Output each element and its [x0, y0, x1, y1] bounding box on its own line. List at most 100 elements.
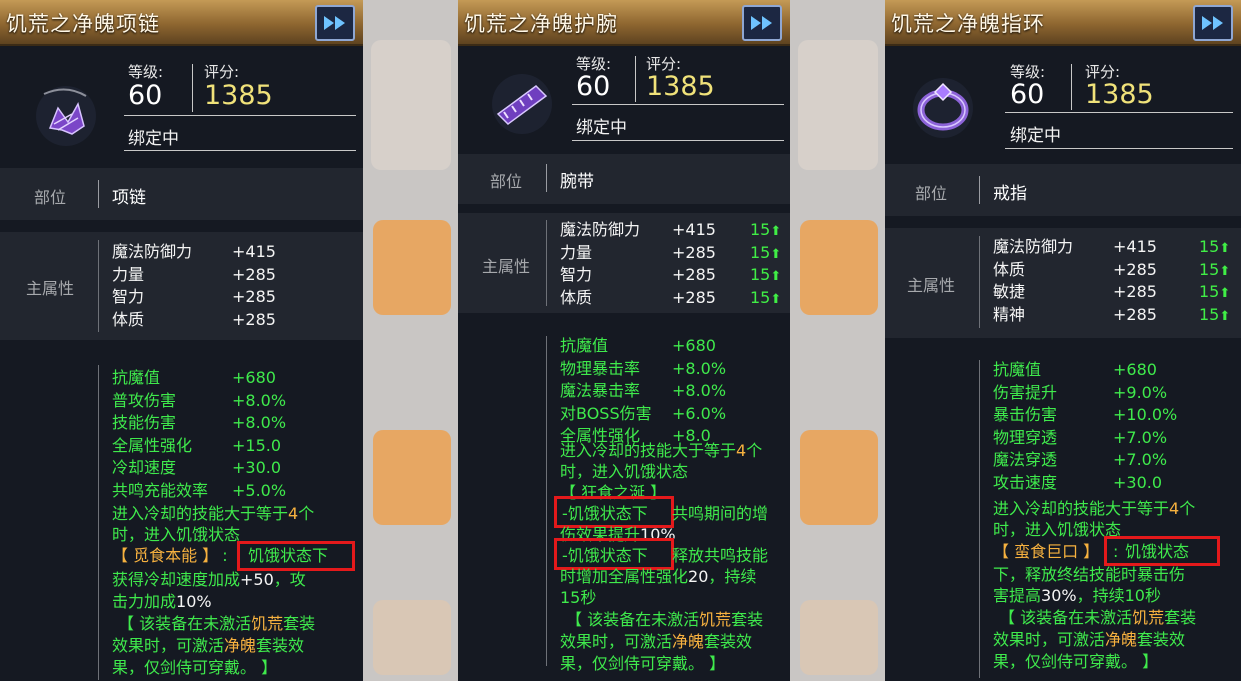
- effect-line: 释放共鸣技能: [672, 546, 769, 565]
- arrow-up-icon: ⬆: [770, 246, 782, 262]
- attr-name: 普攻伤害: [112, 390, 177, 410]
- expand-button[interactable]: [315, 5, 355, 41]
- attr-name: 技能伤害: [112, 413, 177, 432]
- arrow-up-icon: ⬆: [1219, 308, 1231, 324]
- extra-attr-row: 全属性强化 +15.0: [112, 435, 342, 457]
- attr-value: +285: [1113, 259, 1157, 279]
- attr-value: +30.0: [1113, 472, 1163, 492]
- extra-attr-row: 暴击伤害 +10.0%: [993, 404, 1223, 426]
- divider: [124, 150, 356, 151]
- item-title: 饥荒之净魄指环: [891, 12, 1045, 36]
- divider: [124, 115, 356, 116]
- attr-name: 力量: [560, 242, 593, 262]
- attr-value: +8.0%: [672, 358, 727, 378]
- attr-value: +5.0%: [232, 480, 287, 500]
- attr-value: +7.0%: [1113, 450, 1168, 469]
- background-strip-right: [790, 0, 885, 681]
- upgrade-value: 15: [750, 242, 771, 262]
- main-attr-row: 魔法防御力 +415 15⬆: [560, 219, 790, 241]
- attr-value: +9.0%: [1113, 382, 1168, 402]
- divider: [546, 336, 547, 666]
- upgrade-indicator: 15⬆: [1199, 281, 1230, 305]
- divider: [1071, 64, 1072, 110]
- attr-value: +285: [232, 287, 276, 306]
- main-attr-label: 主属性: [907, 276, 956, 295]
- expand-button[interactable]: [742, 5, 782, 41]
- divider: [979, 236, 980, 328]
- set-line: 效果时，可激活净魄套装效: [993, 630, 1186, 649]
- extra-attr-row: 冷却速度 +30.0: [112, 457, 342, 479]
- upgrade-indicator: 15⬆: [1199, 236, 1230, 260]
- attr-value: +415: [232, 242, 276, 261]
- upgrade-value: 15: [750, 220, 771, 239]
- extra-attr-row: 物理暴击率 +8.0%: [560, 358, 790, 380]
- main-attr-row: 智力 +285: [112, 286, 342, 308]
- score-value: 1385: [1085, 79, 1154, 110]
- extra-attr-row: 抗魔值 +680: [560, 335, 790, 357]
- attr-name: 暴击伤害: [993, 405, 1058, 424]
- attr-value: +7.0%: [1113, 427, 1168, 447]
- attr-value: +285: [672, 242, 716, 262]
- main-attr-row: 力量 +285: [112, 264, 342, 286]
- upgrade-value: 15: [750, 265, 771, 284]
- attr-name: 魔法穿透: [993, 450, 1058, 469]
- attr-name: 共鸣充能效率: [112, 480, 209, 500]
- attr-value: +30.0: [232, 458, 282, 477]
- effect-line: 【 蛮食巨口 】: [993, 541, 1099, 562]
- attr-name: 智力: [560, 265, 593, 284]
- set-line: 果，仅剑侍可穿戴。 】: [560, 654, 726, 673]
- item-title: 饥荒之净魄护腕: [464, 12, 618, 36]
- attr-name: 魔法暴击率: [560, 381, 641, 400]
- attr-name: 物理穿透: [993, 427, 1058, 447]
- extra-attr-row: 共鸣充能效率 +5.0%: [112, 480, 342, 502]
- attr-name: 力量: [112, 264, 145, 284]
- extra-attr-row: 魔法穿透 +7.0%: [993, 449, 1223, 471]
- upgrade-value: 15: [750, 287, 771, 307]
- attr-value: +15.0: [232, 435, 282, 455]
- main-attr-row: 敏捷 +285 15⬆: [993, 281, 1230, 303]
- divider: [546, 220, 547, 306]
- arrow-up-icon: ⬆: [1219, 286, 1231, 301]
- attr-value: +285: [672, 287, 716, 307]
- divider: [98, 240, 99, 332]
- attr-value: +8.0%: [232, 390, 287, 410]
- attr-value: +285: [1113, 304, 1157, 324]
- effect-line: 共鸣期间的增: [672, 504, 769, 523]
- extra-attr-row: 普攻伤害 +8.0%: [112, 390, 342, 412]
- extra-attr-row: 对BOSS伤害 +6.0%: [560, 403, 790, 425]
- attr-value: +10.0%: [1113, 405, 1178, 424]
- upgrade-indicator: 15⬆: [1199, 304, 1230, 328]
- fast-forward-icon: [324, 16, 345, 30]
- slot-value: 腕带: [560, 172, 594, 192]
- extra-attr-row: 抗魔值 +680: [993, 359, 1223, 381]
- set-line: 【 该装备在未激活饥荒套装: [118, 614, 316, 633]
- bound-status: 绑定中: [1010, 126, 1061, 146]
- arrow-up-icon: ⬆: [770, 224, 782, 239]
- arrow-up-icon: ⬆: [1219, 241, 1231, 256]
- attr-name: 体质: [993, 259, 1026, 279]
- main-attr-row: 体质 +285: [112, 309, 342, 331]
- effect-line: 时增加全属性强化20，持续: [560, 567, 757, 586]
- extra-attr-row: 技能伤害 +8.0%: [112, 412, 342, 434]
- effect-line: 时，进入饥饿状态: [560, 462, 689, 481]
- attr-name: 体质: [112, 309, 145, 329]
- expand-button[interactable]: [1193, 5, 1233, 41]
- fast-forward-icon: [1202, 16, 1223, 30]
- item-card-ring: 饥荒之净魄指环 等级: 60 评分: 1385 绑定中 部位 戒指 主属性 魔法…: [885, 0, 1241, 681]
- card-header: 饥荒之净魄护腕: [458, 0, 790, 46]
- upgrade-indicator: 15⬆: [750, 264, 781, 288]
- set-line: 【 该装备在未激活饥荒套装: [566, 610, 764, 629]
- attr-value: +680: [672, 336, 716, 355]
- attr-name: 攻击速度: [993, 472, 1058, 492]
- item-card-necklace: 饥荒之净魄项链 等级: 60 评分: 1385 绑定中 部位 项链 主属性 魔法…: [0, 0, 363, 681]
- attr-name: 对BOSS伤害: [560, 403, 652, 423]
- attr-value: +285: [232, 309, 276, 329]
- divider: [192, 64, 193, 112]
- attr-name: 魔法防御力: [560, 220, 641, 239]
- arrow-up-icon: ⬆: [1219, 263, 1231, 279]
- main-attr-label: 主属性: [482, 257, 531, 276]
- attr-name: 抗魔值: [112, 368, 161, 387]
- upgrade-indicator: 15⬆: [750, 242, 781, 266]
- fast-forward-icon: [751, 16, 772, 30]
- main-attr-row: 体质 +285 15⬆: [993, 259, 1230, 281]
